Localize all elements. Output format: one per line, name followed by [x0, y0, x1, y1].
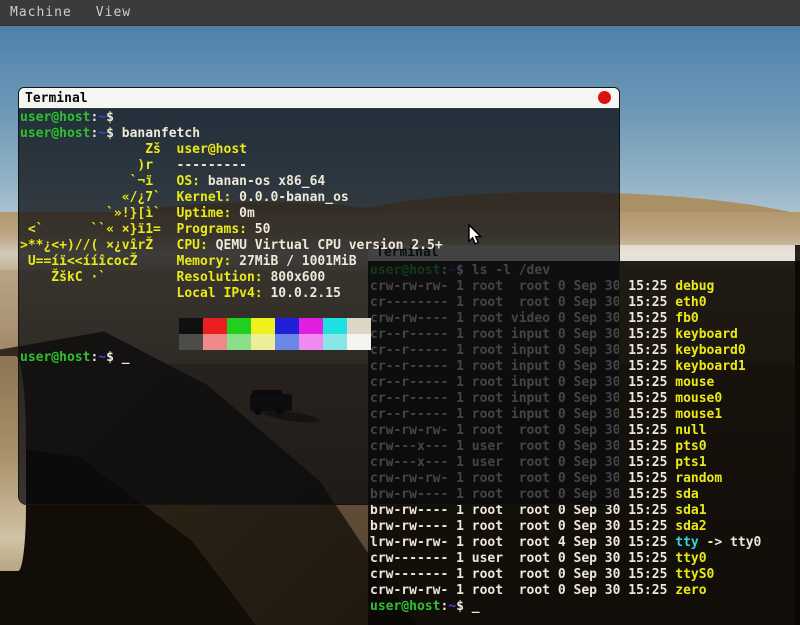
fetch-line: `¬ï OS: banan-os x86_64 — [20, 174, 619, 190]
fetch-line: «/¿7` Kernel: 0.0.0-banan_os — [20, 190, 619, 206]
fetch-line: >**¿<+)//( ×¿vîrŽ CPU: QEMU Virtual CPU … — [20, 238, 619, 254]
palette-swatch — [203, 334, 227, 350]
shell-prompt-line: user@host:~$ — [20, 110, 619, 126]
blank-line — [20, 302, 619, 318]
terminal-fetch-title-bar[interactable]: Terminal — [19, 88, 619, 109]
mouse-cursor-icon — [468, 224, 483, 250]
ls-row: brw-rw---- 1 root root 0 Sep 30 15:25 sd… — [370, 503, 800, 519]
shell-prompt-line: user@host:~$ _ — [370, 599, 800, 615]
palette-swatch — [179, 318, 203, 334]
fetch-line: Zš user@host — [20, 142, 619, 158]
ls-row: crw-rw-rw- 1 root root 0 Sep 30 15:25 ze… — [370, 583, 800, 599]
palette-swatch — [275, 334, 299, 350]
terminal-window-fetch[interactable]: Terminal user@host:~$ user@host:~$ banan… — [18, 87, 620, 505]
ansi-color-palette-row — [179, 334, 619, 350]
ls-row: brw-rw---- 1 root root 0 Sep 30 15:25 sd… — [370, 519, 800, 535]
palette-swatch — [251, 318, 275, 334]
fetch-line: `»!}[ì` Uptime: 0m — [20, 206, 619, 222]
palette-swatch — [299, 318, 323, 334]
palette-swatch — [179, 334, 203, 350]
palette-swatch — [347, 318, 371, 334]
palette-swatch — [323, 318, 347, 334]
ls-row: crw------- 1 root root 0 Sep 30 15:25 tt… — [370, 567, 800, 583]
fetch-line: <` ``« ×}ï1= Programs: 50 — [20, 222, 619, 238]
menu-item-machine[interactable]: Machine — [10, 5, 72, 20]
shell-prompt-line: user@host:~$ bananfetch — [20, 126, 619, 142]
fetch-line: )r --------- — [20, 158, 619, 174]
fetch-line: U==íï<<ííîcocŽ Memory: 27MiB / 1001MiB — [20, 254, 619, 270]
palette-swatch — [299, 334, 323, 350]
palette-swatch — [251, 334, 275, 350]
palette-swatch — [203, 318, 227, 334]
close-button[interactable] — [598, 91, 611, 104]
palette-swatch — [227, 334, 251, 350]
ls-row: crw------- 1 user root 0 Sep 30 15:25 tt… — [370, 551, 800, 567]
menu-item-view[interactable]: View — [96, 5, 131, 20]
window-title: Terminal — [25, 91, 88, 106]
fetch-line: Local IPv4: 10.0.2.15 — [20, 286, 619, 302]
ls-row: lrw-rw-rw- 1 root root 4 Sep 30 15:25 tt… — [370, 535, 800, 551]
shell-prompt-line: user@host:~$ _ — [20, 350, 619, 366]
palette-swatch — [323, 334, 347, 350]
palette-swatch — [275, 318, 299, 334]
terminal-fetch-screen[interactable]: user@host:~$ user@host:~$ bananfetch Zš … — [19, 108, 619, 504]
ansi-color-palette-row — [179, 318, 619, 334]
fetch-line: ŽškC ·` Resolution: 800x600 — [20, 270, 619, 286]
vm-menu-bar: Machine View — [0, 0, 800, 26]
palette-swatch — [227, 318, 251, 334]
palette-swatch — [347, 334, 371, 350]
